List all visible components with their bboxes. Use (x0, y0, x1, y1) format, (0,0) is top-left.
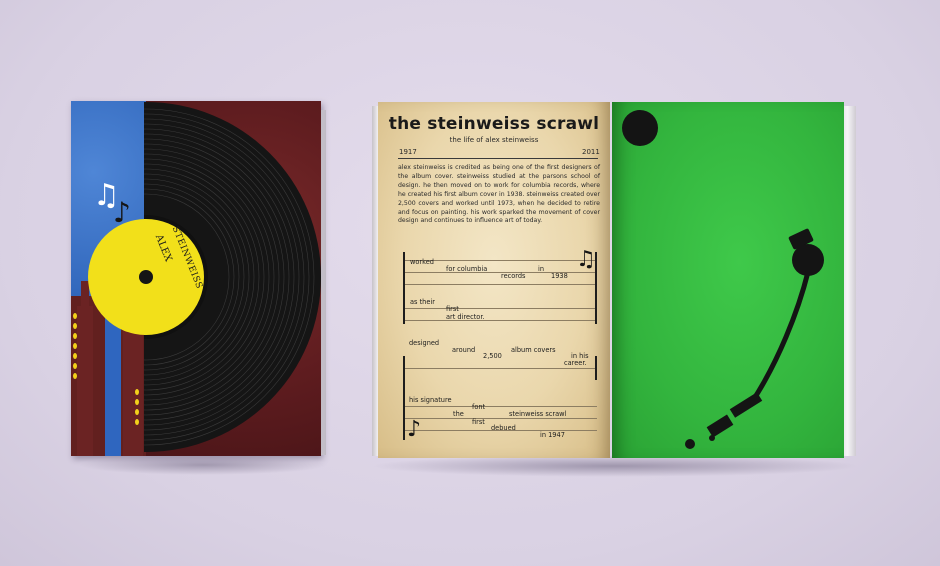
page-subtitle: the life of alex steinweiss (449, 136, 539, 144)
title-divider (398, 158, 598, 159)
music-note-icon: ♫ (576, 247, 596, 272)
staff-word: designed (409, 339, 440, 347)
staff-word: worked (410, 258, 434, 266)
staff-word: in 1947 (540, 431, 565, 439)
spindle-circle (622, 110, 658, 146)
staff-word: 2,500 (483, 352, 502, 360)
staff-word: first (446, 305, 459, 313)
magazine-page-stack-right (842, 106, 856, 456)
magazine-shadow (370, 455, 860, 477)
turntable-tonearm-illustration (622, 110, 824, 449)
album-book-cover: ♫ ♪ ALEX STEINWEISS (71, 101, 321, 456)
staff-word: font (472, 403, 486, 411)
scene-background: ♫ ♪ ALEX STEINWEISS the steinweiss scraw… (0, 0, 940, 566)
staff-word: career. (564, 359, 587, 367)
staff-word: steinweiss scrawl (509, 410, 567, 418)
tonearm-cartridge (706, 414, 734, 438)
staff-word: as their (410, 298, 435, 306)
biography-paragraph: alex steinweiss is credited as being one… (398, 164, 600, 225)
staff-word: debued (491, 424, 516, 432)
staff-word: album covers (511, 346, 556, 354)
staff-word: in (538, 265, 545, 273)
page-title: the steinweiss scrawl (388, 114, 600, 134)
book-shadow (78, 455, 328, 475)
music-note-icon: ♪ (407, 417, 422, 442)
staff-word: art director. (446, 313, 485, 321)
staff-word: his signature (409, 396, 452, 404)
tonearm-arm (749, 269, 811, 405)
staff-word: first (472, 418, 485, 426)
staff-word: the (453, 410, 464, 418)
tonearm-stylus (709, 435, 715, 441)
staff-word: 1938 (551, 272, 568, 280)
year-end: 2011 (582, 148, 600, 156)
tonearm-head (729, 392, 763, 418)
year-start: 1917 (399, 148, 417, 156)
tonearm-counterweight (685, 439, 695, 449)
staff-word: around (452, 346, 476, 354)
staff-word: for columbia (446, 265, 488, 273)
staff-word: records (501, 272, 526, 280)
